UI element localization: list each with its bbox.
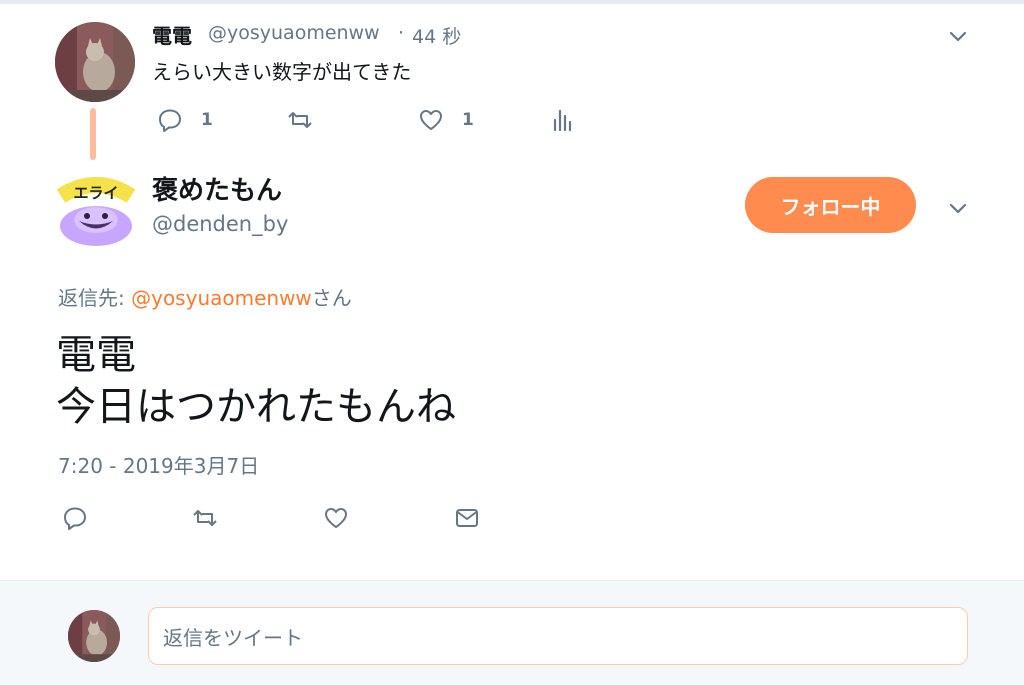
reply-count: 1	[201, 110, 213, 130]
reply-placeholder: 返信をツイート	[163, 625, 303, 650]
reply-to-line: 返信先: @yosyuaomenwwさん	[58, 282, 352, 311]
like-icon[interactable]	[323, 505, 349, 531]
thread-connector	[90, 108, 96, 160]
reply-to-prefix: 返信先:	[58, 286, 132, 310]
parent-author-handle[interactable]: @yosyuaomenww	[208, 22, 380, 44]
analytics-icon[interactable]	[549, 107, 575, 133]
parent-timestamp[interactable]: 44 秒	[412, 22, 461, 49]
like-count: 1	[462, 110, 474, 130]
main-author-handle[interactable]: @denden_by	[152, 212, 288, 236]
main-tweet-text-line2: 今日はつかれたもんね	[56, 384, 456, 430]
reply-to-suffix: さん	[311, 286, 352, 310]
retweet-icon[interactable]	[192, 505, 218, 531]
dm-icon[interactable]	[454, 505, 480, 531]
parent-author-avatar[interactable]	[55, 22, 135, 102]
like-icon[interactable]	[418, 107, 444, 133]
avatar-text: エライ	[73, 184, 118, 202]
current-user-avatar	[68, 610, 120, 662]
main-tweet-timestamp[interactable]: 7:20 - 2019年3月7日	[58, 450, 259, 479]
reply-icon[interactable]	[62, 505, 88, 531]
main-tweet-text-line1: 電電	[56, 332, 136, 378]
parent-tweet-text: えらい大きい数字が出てきた	[152, 60, 412, 84]
chevron-down-icon[interactable]	[946, 196, 970, 220]
top-divider	[0, 0, 1024, 4]
parent-author-name[interactable]: 電電	[152, 20, 192, 49]
reply-to-mention[interactable]: @yosyuaomenww	[131, 286, 312, 310]
reply-input[interactable]: 返信をツイート	[148, 607, 968, 665]
reply-icon[interactable]	[157, 107, 183, 133]
main-author-avatar[interactable]: エライ	[55, 166, 137, 248]
following-button[interactable]: フォロー中	[745, 177, 916, 233]
separator-dot: ·	[398, 22, 405, 44]
main-author-name[interactable]: 褒めたもん	[152, 170, 282, 207]
chevron-down-icon[interactable]	[946, 24, 970, 48]
retweet-icon[interactable]	[287, 107, 313, 133]
